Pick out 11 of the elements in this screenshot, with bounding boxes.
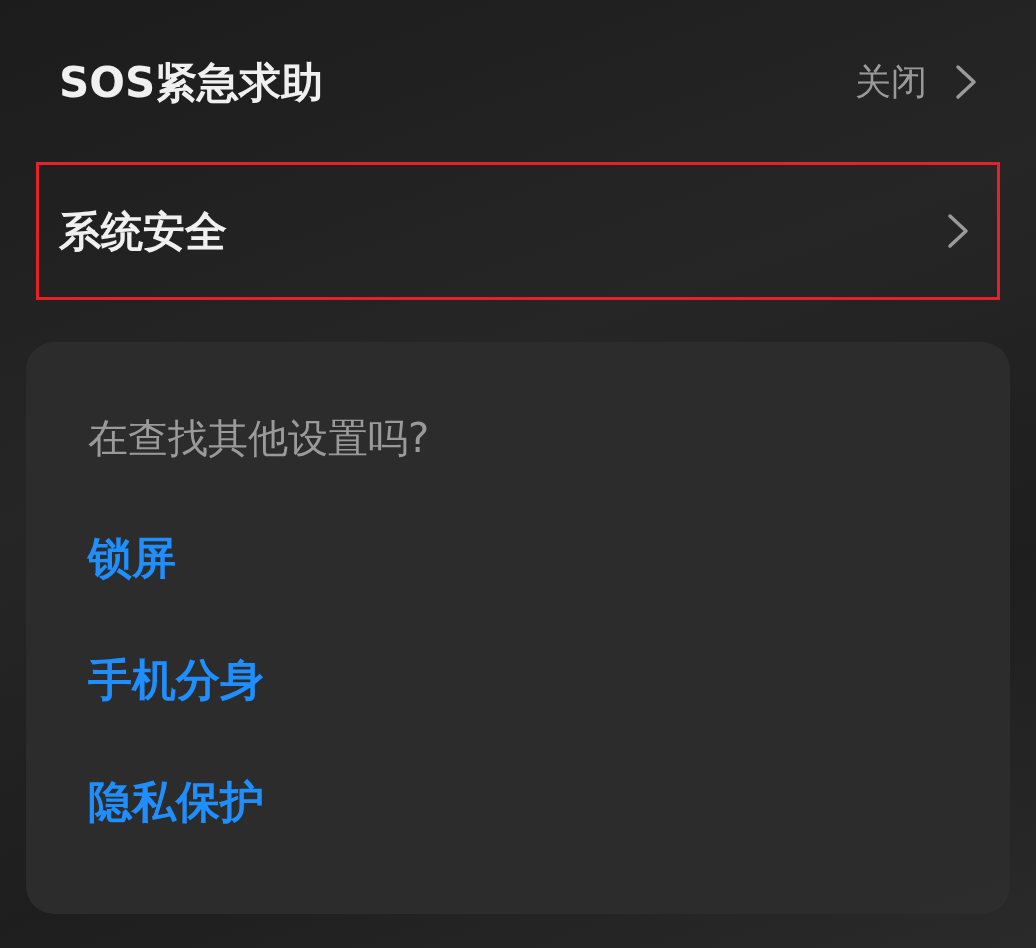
row-label: 系统安全: [59, 205, 227, 258]
settings-row[interactable]: 系统安全: [36, 162, 1000, 300]
suggestion-link[interactable]: 锁屏: [88, 528, 176, 588]
suggestion-link[interactable]: 隐私保护: [88, 772, 264, 832]
settings-row[interactable]: SOS紧急求助 关闭: [36, 42, 1000, 122]
chevron-right-icon: [947, 213, 969, 249]
suggestion-link[interactable]: 手机分身: [88, 650, 264, 710]
suggestion-heading: 在查找其他设置吗?: [88, 414, 430, 463]
row-value: 关闭: [855, 60, 927, 104]
chevron-right-icon: [955, 64, 977, 100]
row-label: SOS紧急求助: [59, 56, 324, 109]
